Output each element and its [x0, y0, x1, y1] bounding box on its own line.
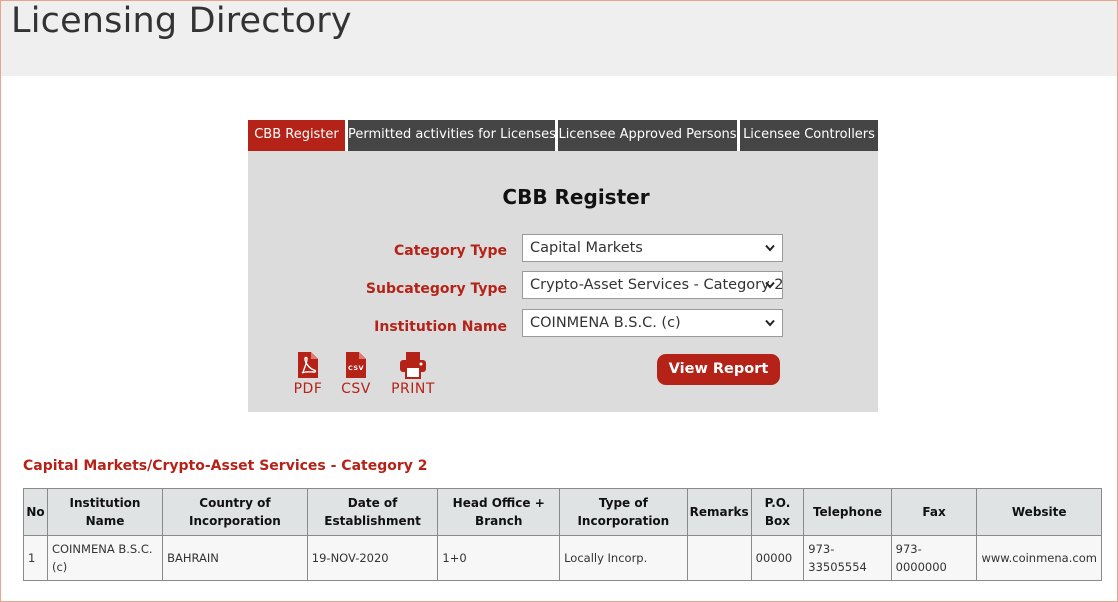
- results-table: No Institution Name Country of Incorpora…: [23, 488, 1102, 581]
- subcategory-type-label: Subcategory Type: [365, 281, 507, 297]
- cell-no: 1: [23, 535, 48, 581]
- cell-country: BAHRAIN: [162, 535, 308, 581]
- chevron-down-icon: [765, 244, 775, 252]
- column-header: Institution Name: [46, 488, 164, 536]
- csv-icon-text: CSV: [348, 364, 364, 372]
- institution-name-value: COINMENA B.S.C. (c): [530, 315, 681, 331]
- print-button[interactable]: PRINT: [388, 351, 438, 397]
- column-header: Date of Establishment: [306, 488, 439, 536]
- panel-title: CBB Register: [502, 185, 650, 209]
- category-type-select[interactable]: Capital Markets: [522, 234, 783, 262]
- column-header: Telephone: [803, 488, 892, 536]
- view-report-button[interactable]: View Report: [657, 354, 780, 385]
- category-type-label: Category Type: [394, 243, 507, 259]
- pdf-file-icon: [298, 352, 318, 378]
- cell-fax: 973-0000000: [890, 535, 978, 581]
- chevron-down-icon: [765, 281, 775, 289]
- tab-licensee-controllers[interactable]: Licensee Controllers: [740, 120, 878, 151]
- cell-type-incorporation: Locally Incorp.: [559, 535, 688, 581]
- page-header: Licensing Directory: [1, 1, 1117, 76]
- column-header: Fax: [890, 488, 978, 536]
- tab-permitted-activities[interactable]: Permitted activities for Licenses: [348, 120, 556, 151]
- column-header: Type of Incorporation: [559, 488, 688, 536]
- table-row: 1 COINMENA B.S.C. (c) BAHRAIN 19-NOV-202…: [23, 535, 1102, 581]
- chevron-down-icon: [765, 319, 775, 327]
- cell-telephone: 973-33505554: [803, 535, 892, 581]
- column-header: Head Office + Branch: [437, 488, 561, 536]
- cell-head-office-branch: 1+0: [437, 535, 561, 581]
- tab-bar: CBB Register Permitted activities for Li…: [248, 120, 878, 151]
- subcategory-type-value: Crypto-Asset Services - Category 2: [530, 277, 783, 293]
- cell-institution-name: COINMENA B.S.C. (c): [46, 535, 164, 581]
- export-pdf-label: PDF: [293, 381, 323, 397]
- search-panel: CBB Register Category Type Capital Marke…: [248, 151, 878, 412]
- tab-cbb-register[interactable]: CBB Register: [248, 120, 345, 151]
- cell-remarks: [686, 535, 752, 581]
- cell-date-established: 19-NOV-2020: [306, 535, 439, 581]
- column-header: Remarks: [686, 488, 752, 536]
- cell-website[interactable]: www.coinmena.com: [976, 535, 1102, 581]
- page-title: Licensing Directory: [11, 1, 352, 41]
- tab-licensee-approved-persons[interactable]: Licensee Approved Persons: [558, 120, 737, 151]
- column-header: P.O. Box: [750, 488, 805, 536]
- export-csv-button[interactable]: CSV CSV: [339, 351, 373, 397]
- results-title: Capital Markets/Crypto-Asset Services - …: [23, 458, 428, 474]
- print-label: PRINT: [391, 381, 435, 397]
- export-pdf-button[interactable]: PDF: [291, 351, 325, 397]
- export-csv-label: CSV: [341, 381, 371, 397]
- column-header: No: [23, 488, 48, 536]
- subcategory-type-select[interactable]: Crypto-Asset Services - Category 2: [522, 271, 783, 299]
- column-header: Website: [976, 488, 1102, 536]
- category-type-value: Capital Markets: [530, 240, 643, 256]
- cell-po-box: 00000: [750, 535, 805, 581]
- institution-name-label: Institution Name: [374, 319, 507, 335]
- csv-file-icon: CSV: [346, 352, 366, 378]
- table-header-row: No Institution Name Country of Incorpora…: [23, 488, 1102, 536]
- institution-name-select[interactable]: COINMENA B.S.C. (c): [522, 309, 783, 337]
- column-header: Country of Incorporation: [162, 488, 308, 536]
- printer-icon: [400, 352, 426, 379]
